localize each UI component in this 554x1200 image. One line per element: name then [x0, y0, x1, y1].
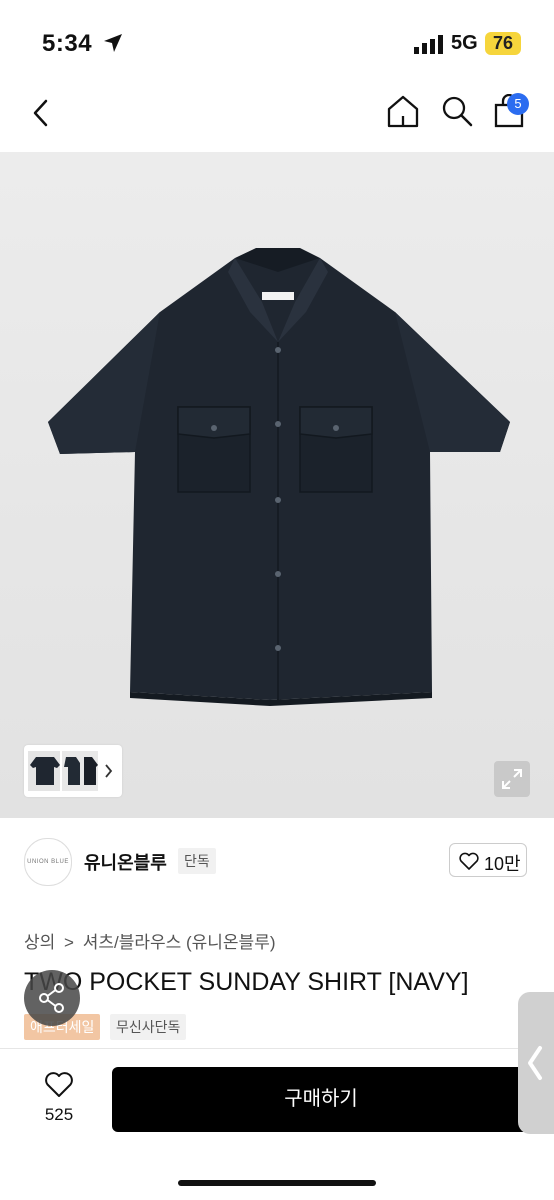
expand-image-button[interactable]: [494, 761, 530, 797]
musinsa-exclusive-tag: 무신사단독: [110, 1014, 187, 1040]
breadcrumb-level2[interactable]: 셔츠/블라우스 (유니온블루): [83, 933, 276, 952]
buy-button[interactable]: 구매하기: [112, 1067, 530, 1132]
search-icon[interactable]: [440, 94, 474, 128]
battery-indicator: 76: [485, 32, 522, 55]
top-nav: [0, 80, 554, 152]
expand-icon: [502, 769, 522, 789]
shirt-illustration: [0, 152, 554, 818]
breadcrumb-level1[interactable]: 상의: [24, 933, 55, 952]
signal-icon: [414, 35, 443, 54]
location-arrow-icon: [104, 34, 122, 52]
back-icon[interactable]: [30, 98, 54, 128]
product-title: TWO POCKET SUNDAY SHIRT [NAVY]: [24, 968, 469, 996]
chevron-left-icon: [528, 1046, 542, 1080]
brand-like-button[interactable]: 10만: [449, 843, 527, 877]
thumbnail-shirts: [28, 751, 113, 791]
brand-logo[interactable]: UNION BLUE: [24, 838, 72, 886]
chevron-right-icon: [105, 764, 113, 778]
exclusive-tag: 단독: [178, 848, 216, 874]
status-time: 5:34: [42, 30, 93, 57]
side-panel-handle[interactable]: [518, 992, 554, 1134]
home-icon[interactable]: [386, 94, 420, 128]
share-button[interactable]: [24, 970, 80, 1026]
heart-icon: [459, 852, 479, 870]
wishlist-heart-icon[interactable]: [44, 1071, 74, 1098]
network-type: 5G: [451, 32, 478, 54]
breadcrumb: 상의 > 셔츠/블라우스 (유니온블루): [24, 928, 276, 953]
wishlist-count: 525: [44, 1105, 74, 1124]
status-bar: 5:34 5G 76: [0, 0, 554, 80]
product-image[interactable]: [0, 152, 554, 818]
brand-name[interactable]: 유니온블루: [84, 849, 167, 875]
image-thumbnails[interactable]: [24, 745, 122, 797]
home-indicator: [178, 1180, 376, 1186]
brand-like-count: 10만: [484, 854, 521, 874]
divider: [0, 1048, 554, 1049]
cart-count-badge: 5: [507, 93, 529, 115]
breadcrumb-separator: >: [64, 933, 74, 952]
share-icon: [39, 983, 64, 1013]
